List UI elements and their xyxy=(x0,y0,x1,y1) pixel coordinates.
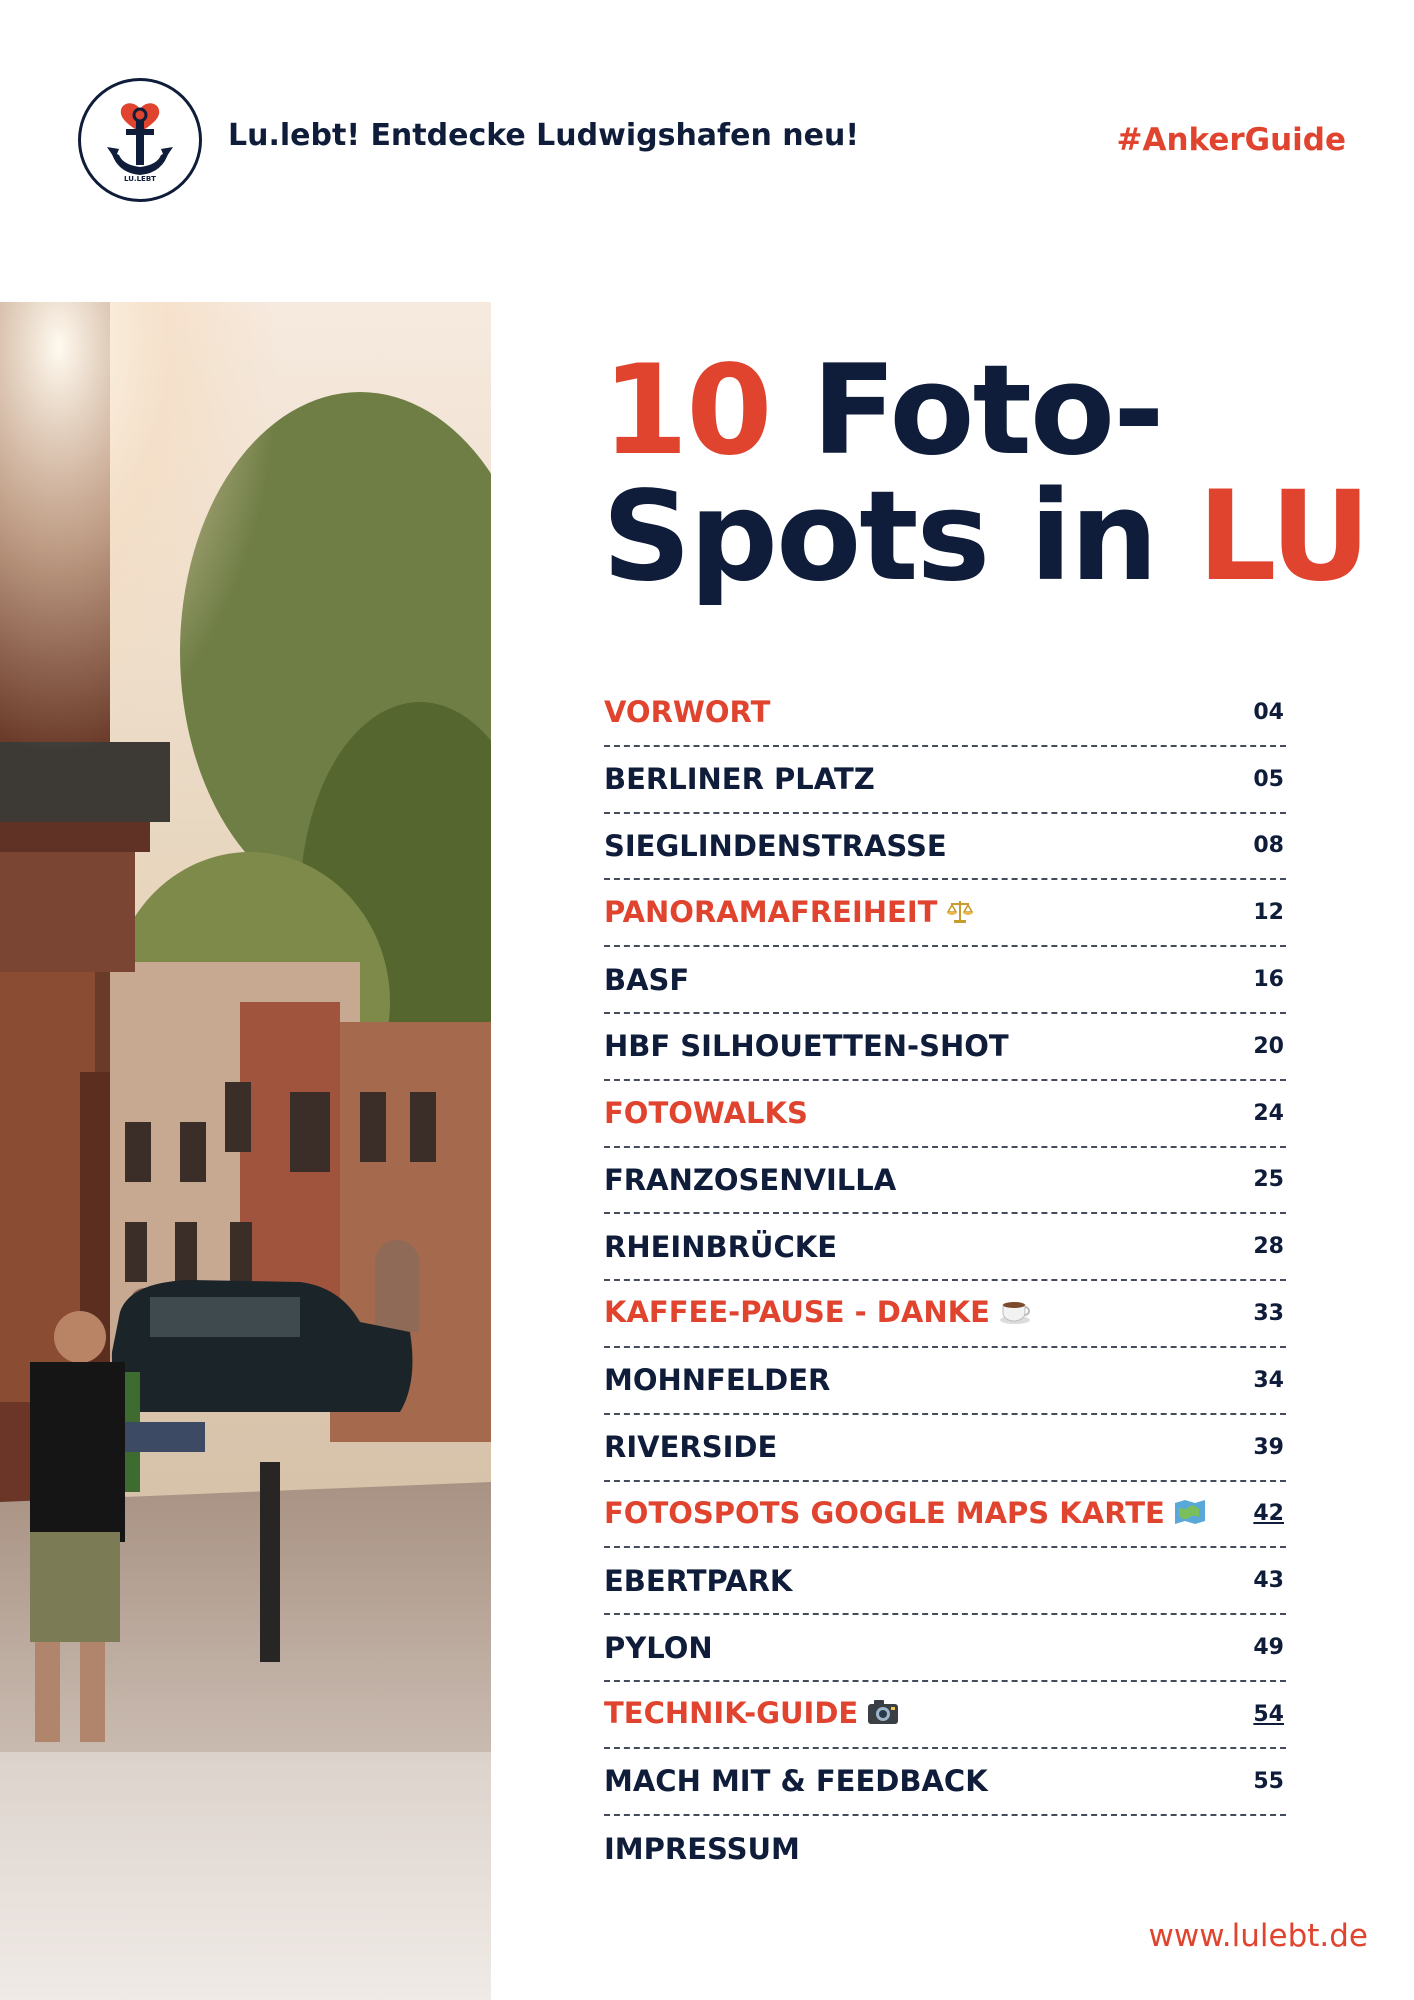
toc-entry-page: 54 xyxy=(1253,1701,1284,1727)
title-line-1: 10 Foto- xyxy=(602,348,1369,474)
camera-icon xyxy=(866,1698,900,1733)
toc-entry-text: MACH MIT & FEEDBACK xyxy=(604,1764,988,1799)
toc-entry[interactable]: FOTOSPOTS GOOGLE MAPS KARTE 42 xyxy=(604,1482,1286,1549)
toc-entry-page: 39 xyxy=(1253,1434,1284,1460)
toc-entry-text: FOTOSPOTS GOOGLE MAPS KARTE xyxy=(604,1495,1165,1530)
toc-entry[interactable]: MOHNFELDER 34 xyxy=(604,1348,1286,1415)
toc-entry[interactable]: IMPRESSUM xyxy=(604,1816,1286,1883)
toc-entry-label: PYLON xyxy=(604,1631,713,1665)
toc-entry-page: 43 xyxy=(1253,1568,1284,1594)
toc-entry-label: IMPRESSUM xyxy=(604,1832,800,1866)
toc-entry-page: 42 xyxy=(1253,1501,1284,1527)
toc-entry-text: SIEGLINDENSTRASSE xyxy=(604,828,947,863)
toc-entry-label: FOTOSPOTS GOOGLE MAPS KARTE xyxy=(604,1496,1207,1532)
coffee-icon xyxy=(998,1295,1032,1332)
toc-entry[interactable]: VORWORT 04 xyxy=(604,680,1286,747)
toc-entry-page: 08 xyxy=(1253,833,1284,859)
toc-entry-page: 55 xyxy=(1253,1768,1284,1794)
header-hashtag: #AnkerGuide xyxy=(1116,122,1347,158)
toc-entry-label: PANORAMAFREIHEIT xyxy=(604,895,975,931)
toc-entry-text: PANORAMAFREIHEIT xyxy=(604,894,938,929)
toc-entry-page: 04 xyxy=(1253,699,1284,725)
toc-entry-page: 12 xyxy=(1253,900,1284,926)
toc-entry-page: 33 xyxy=(1253,1301,1284,1327)
street-photo xyxy=(0,302,491,2000)
toc-entry-text: EBERTPARK xyxy=(604,1563,793,1598)
toc-entry-label: FOTOWALKS xyxy=(604,1096,808,1130)
toc-entry-label: RIVERSIDE xyxy=(604,1430,777,1464)
toc-entry[interactable]: PYLON 49 xyxy=(604,1615,1286,1682)
toc-entry[interactable]: FOTOWALKS 24 xyxy=(604,1081,1286,1148)
toc-entry-text: KAFFEE-PAUSE - DANKE xyxy=(604,1294,990,1329)
toc-entry-label: SIEGLINDENSTRASSE xyxy=(604,829,947,863)
toc-entry-text: MOHNFELDER xyxy=(604,1363,831,1398)
toc-entry-text: BASF xyxy=(604,962,690,997)
scales-icon xyxy=(945,897,975,931)
toc-entry[interactable]: EBERTPARK 43 xyxy=(604,1548,1286,1616)
title-accent: LU xyxy=(1197,465,1370,609)
toc-entry-label: TECHNIK-GUIDE xyxy=(604,1696,900,1733)
title-line1-text: Foto- xyxy=(770,339,1165,483)
toc-entry-label: EBERTPARK xyxy=(604,1564,792,1598)
toc-entry-text: VORWORT xyxy=(604,695,771,730)
toc-entry-text: HBF SILHOUETTEN-SHOT xyxy=(604,1029,1009,1064)
toc-entry[interactable]: PANORAMAFREIHEIT 12 xyxy=(604,880,1286,948)
map-icon xyxy=(1173,1498,1207,1532)
toc-entry-page: 05 xyxy=(1253,766,1284,792)
toc-entry-text: BERLINER PLATZ xyxy=(604,762,875,797)
toc-entry[interactable]: RIVERSIDE 39 xyxy=(604,1415,1286,1482)
toc-entry-label: BERLINER PLATZ xyxy=(604,762,875,796)
toc-entry-text: IMPRESSUM xyxy=(604,1831,800,1866)
toc-entry-label: KAFFEE-PAUSE - DANKE xyxy=(604,1295,1032,1333)
toc-entry-label: RHEINBRÜCKE xyxy=(604,1230,837,1264)
toc-entry[interactable]: BASF 16 xyxy=(604,947,1286,1014)
toc-entry-page: 20 xyxy=(1253,1033,1284,1059)
toc-entry[interactable]: FRANZOSENVILLA 25 xyxy=(604,1148,1286,1215)
toc-entry[interactable]: TECHNIK-GUIDE 54 xyxy=(604,1682,1286,1749)
toc-entry-page: 25 xyxy=(1253,1167,1284,1193)
toc-entry[interactable]: HBF SILHOUETTEN-SHOT 20 xyxy=(604,1014,1286,1081)
toc-entry[interactable]: SIEGLINDENSTRASSE 08 xyxy=(604,814,1286,881)
toc-entry-label: FRANZOSENVILLA xyxy=(604,1163,896,1197)
header-tagline: Lu.lebt! Entdecke Ludwigshafen neu! xyxy=(228,118,859,153)
toc-entry-label: BASF xyxy=(604,963,689,997)
toc-entry-page: 34 xyxy=(1253,1367,1284,1393)
logo-text: LU.LEBT xyxy=(124,175,156,183)
toc-entry-page: 16 xyxy=(1253,967,1284,993)
toc-entry[interactable]: BERLINER PLATZ 05 xyxy=(604,747,1286,814)
toc-entry-text: FOTOWALKS xyxy=(604,1096,808,1131)
table-of-contents: VORWORT 04 BERLINER PLATZ 05 SIEGLINDENSTRAS… xyxy=(604,680,1286,1882)
page-title: 10 Foto- Spots in LU xyxy=(602,348,1371,600)
toc-entry-text: RHEINBRÜCKE xyxy=(604,1229,838,1264)
toc-entry-page: 49 xyxy=(1253,1635,1284,1661)
toc-entry[interactable]: KAFFEE-PAUSE - DANKE 33 xyxy=(604,1281,1286,1348)
toc-entry-label: MOHNFELDER xyxy=(604,1363,830,1397)
title-number: 10 xyxy=(602,339,773,483)
footer-url[interactable]: www.lulebt.de xyxy=(1149,1918,1368,1954)
toc-entry-label: VORWORT xyxy=(604,695,770,729)
toc-entry-text: PYLON xyxy=(604,1630,713,1665)
toc-entry-text: TECHNIK-GUIDE xyxy=(604,1696,859,1731)
toc-entry-text: FRANZOSENVILLA xyxy=(604,1162,897,1197)
toc-entry[interactable]: MACH MIT & FEEDBACK 55 xyxy=(604,1749,1286,1816)
toc-entry-text: RIVERSIDE xyxy=(604,1430,778,1465)
toc-entry-page: 28 xyxy=(1253,1234,1284,1260)
toc-entry-page: 24 xyxy=(1253,1100,1284,1126)
logo: LU.LEBT xyxy=(78,78,202,202)
toc-entry-label: HBF SILHOUETTEN-SHOT xyxy=(604,1029,1009,1063)
toc-entry-label: MACH MIT & FEEDBACK xyxy=(604,1764,988,1798)
toc-entry[interactable]: RHEINBRÜCKE 28 xyxy=(604,1214,1286,1282)
title-line2-text: Spots in xyxy=(602,465,1198,609)
title-line-2: Spots in LU xyxy=(602,474,1371,600)
